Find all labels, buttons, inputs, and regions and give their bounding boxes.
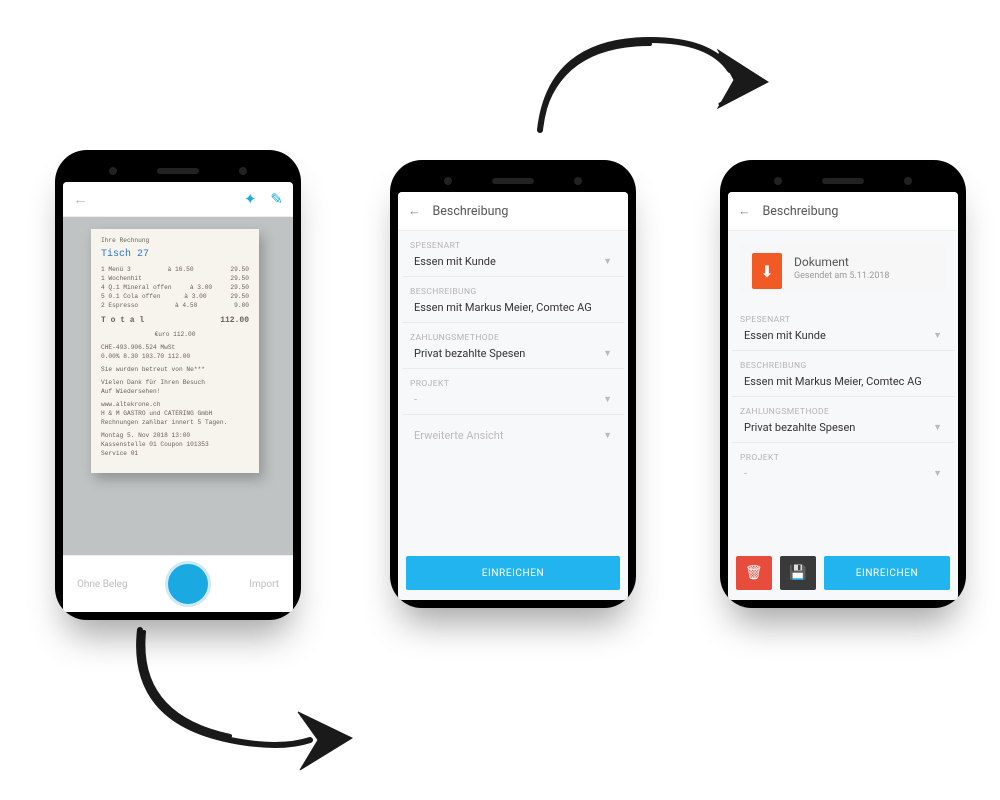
phone-form: ← Beschreibung SPESENART Essen mit Kunde… [390, 160, 636, 608]
pdf-icon: ⬇ [752, 253, 782, 289]
submit-button[interactable]: EINREICHEN [406, 556, 620, 590]
label-spesenart: SPESENART [398, 231, 628, 253]
receipt-line: 1 Menü 3à 16.5029.50 [101, 266, 249, 275]
label-zahlung: ZAHLUNGSMETHODE [728, 397, 958, 419]
no-receipt-button[interactable]: Ohne Beleg [77, 579, 128, 590]
delete-button[interactable]: 🗑 [736, 556, 772, 590]
field-spesenart[interactable]: Essen mit Kunde▼ [402, 253, 624, 277]
phone-summary: ← Beschreibung ⬇ Dokument Gesendet am 5.… [720, 160, 966, 608]
submit-button[interactable]: EINREICHEN [824, 556, 950, 590]
document-card[interactable]: ⬇ Dokument Gesendet am 5.11.2018 [740, 243, 946, 293]
phone-capture: ← ✦ ✎ Ihre Rechnung Tisch 27 1 Menü 3à 1… [55, 150, 301, 620]
expand-toggle[interactable]: Erweiterte Ansicht▼ [402, 427, 624, 450]
camera-viewfinder[interactable]: Ihre Rechnung Tisch 27 1 Menü 3à 16.5029… [63, 217, 293, 555]
label-zahlung: ZAHLUNGSMETHODE [398, 323, 628, 345]
back-icon[interactable]: ← [73, 190, 88, 208]
receipt-line: 2 Espressoà 4.509.00 [101, 302, 249, 311]
field-beschreibung[interactable]: Essen mit Markus Meier, Comtec AG [732, 373, 954, 397]
document-title: Dokument [794, 255, 934, 269]
receipt-preview: Ihre Rechnung Tisch 27 1 Menü 3à 16.5029… [91, 229, 259, 473]
receipt-title: Ihre Rechnung [101, 237, 249, 246]
back-icon[interactable]: ← [408, 204, 421, 219]
label-beschreibung: BESCHREIBUNG [398, 277, 628, 299]
field-zahlung[interactable]: Privat bezahlte Spesen▼ [402, 345, 624, 369]
back-icon[interactable]: ← [738, 204, 751, 219]
field-spesenart[interactable]: Essen mit Kunde▼ [732, 327, 954, 351]
field-zahlung[interactable]: Privat bezahlte Spesen▼ [732, 419, 954, 443]
page-title: Beschreibung [763, 204, 839, 219]
document-subtitle: Gesendet am 5.11.2018 [794, 271, 934, 281]
label-projekt: PROJEKT [398, 369, 628, 391]
shutter-button[interactable] [165, 561, 211, 607]
save-button[interactable]: 💾 [780, 556, 816, 590]
camera-bottom-bar: Ohne Beleg Import [63, 555, 293, 612]
receipt-line: 4 Q.1 Mineral offenà 3.0029.50 [101, 284, 249, 293]
autocrop-icon[interactable]: ✎ [270, 190, 283, 208]
receipt-line: 5 0.1 Cola offenà 3.0029.50 [101, 293, 249, 302]
flow-arrow-top [520, 10, 770, 150]
field-beschreibung[interactable]: Essen mit Markus Meier, Comtec AG [402, 299, 624, 323]
field-projekt[interactable]: -▼ [402, 391, 624, 415]
label-projekt: PROJEKT [728, 443, 958, 465]
page-title: Beschreibung [433, 204, 509, 219]
label-spesenart: SPESENART [728, 305, 958, 327]
field-projekt[interactable]: -▼ [732, 465, 954, 488]
flow-arrow-bottom [120, 620, 370, 780]
flash-icon[interactable]: ✦ [244, 190, 257, 208]
label-beschreibung: BESCHREIBUNG [728, 351, 958, 373]
camera-toolbar: ← ✦ ✎ [63, 182, 293, 217]
receipt-table: Tisch 27 [101, 248, 249, 263]
receipt-line: 1 Wochenhit29.50 [101, 275, 249, 284]
import-button[interactable]: Import [249, 579, 279, 590]
